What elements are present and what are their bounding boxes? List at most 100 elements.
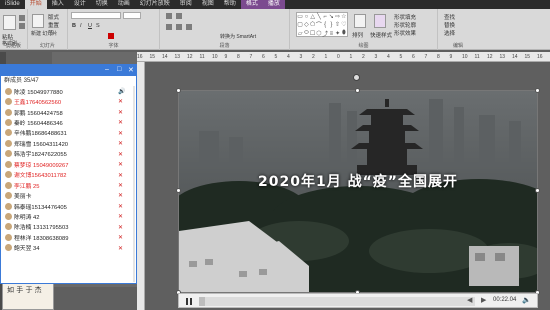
member-name: 韩泰瑶15134476405 <box>14 204 67 211</box>
font-size-combo[interactable] <box>123 12 141 19</box>
replace-button[interactable]: 替换 <box>444 21 455 29</box>
shape-effects-button[interactable]: 形状效果 <box>394 29 416 37</box>
avatar <box>5 150 12 158</box>
member-row[interactable]: 陈明涛 42 ✕ <box>1 211 136 221</box>
horizontal-ruler: 16 15 14 13 12 11 10 9 8 7 6 5 4 3 2 1 0 1 2 3 4 5 6 7 8 9 10 11 12 1… <box>137 52 550 62</box>
member-row[interactable]: 程林洋 18308638089 ✕ <box>1 232 136 242</box>
quick-styles-icon[interactable] <box>374 14 386 28</box>
ribbon-tab[interactable]: 插入 <box>47 0 69 9</box>
resize-handle-tl[interactable] <box>176 88 181 93</box>
resize-handle-tr[interactable] <box>535 88 540 93</box>
font-family-combo[interactable] <box>71 12 121 19</box>
ribbon-tab[interactable]: 播放 <box>262 0 285 9</box>
member-name: 程林洋 18308638089 <box>14 235 69 242</box>
numbering-icon[interactable] <box>176 13 182 19</box>
resize-handle-mr[interactable] <box>535 188 540 193</box>
member-row[interactable]: 陈凌 15049977880 🔊 <box>1 86 136 96</box>
member-row[interactable]: 美丽卡 ✕ <box>1 190 136 200</box>
mic-muted-icon[interactable]: ✕ <box>118 192 123 199</box>
arrange-icon[interactable] <box>354 14 366 28</box>
member-row[interactable]: 辛伟鹏18686488631 ✕ <box>1 128 136 138</box>
ribbon-tab[interactable]: 审阅 <box>175 0 197 9</box>
underline-icon[interactable]: U <box>88 23 92 29</box>
mic-muted-icon[interactable]: ✕ <box>118 213 123 220</box>
shapes-gallery[interactable]: ▭ ○ △ ╲ ⌐ ↘ ⇨ ☆ ▢ ◇ ⬠ ⌒{} ⇧ ♡ ▱ ⬭ ☐ ⬡ ⤴ ≡ ✦ ⬮ <box>296 12 348 38</box>
mic-muted-icon[interactable]: ✕ <box>118 119 123 126</box>
video-scene <box>179 91 537 292</box>
italic-icon[interactable]: I <box>80 23 82 29</box>
member-row[interactable]: 鲍天翌 34 ✕ <box>1 243 136 253</box>
close-icon[interactable]: ✕ <box>128 66 134 74</box>
mic-muted-icon[interactable]: ✕ <box>118 140 123 147</box>
volume-icon[interactable]: 🔈 <box>522 296 531 304</box>
shape-fill-button[interactable]: 形状填充 <box>394 13 416 21</box>
cut-icon[interactable] <box>19 15 25 21</box>
member-row[interactable]: 谢文博15643011782 ✕ <box>1 170 136 180</box>
member-row[interactable]: 秦岭 15604486346 ✕ <box>1 117 136 127</box>
mic-muted-icon[interactable]: ✕ <box>118 203 123 210</box>
ribbon-tab[interactable]: 设计 <box>69 0 91 9</box>
member-row[interactable]: 郭鹏 15604424758 ✕ <box>1 107 136 117</box>
progress-bar[interactable] <box>199 297 475 306</box>
ribbon-tab[interactable]: 视图 <box>197 0 219 9</box>
ribbon-tab[interactable]: 帮助 <box>219 0 241 9</box>
mic-muted-icon[interactable]: ✕ <box>118 182 123 189</box>
member-row[interactable]: 郑瑞雪 15604311420 ✕ <box>1 138 136 148</box>
member-row[interactable]: 蔡梦琼 15049009267 ✕ <box>1 159 136 169</box>
mic-muted-icon[interactable]: ✕ <box>118 98 123 105</box>
section-button[interactable]: 节 <box>48 29 54 37</box>
member-row[interactable]: 韩泰瑶15134476405 ✕ <box>1 201 136 211</box>
quick-styles-button[interactable]: 快速样式 <box>370 31 392 39</box>
shadow-icon[interactable]: S <box>96 23 100 29</box>
mic-muted-icon[interactable]: ✕ <box>118 151 123 158</box>
ruler-mark: 9 <box>224 53 228 60</box>
member-name: 蔡梦琼 15049009267 <box>14 162 69 169</box>
member-row[interactable]: 韩浩宇18247622055 ✕ <box>1 149 136 159</box>
mic-muted-icon[interactable]: ✕ <box>118 161 123 168</box>
member-row[interactable]: 陈浩楠 13131795503 ✕ <box>1 222 136 232</box>
new-slide-icon[interactable] <box>32 14 44 28</box>
align-right-icon[interactable] <box>186 24 192 30</box>
shape-outline-button[interactable]: 形状轮廓 <box>394 21 416 29</box>
previous-frame-icon[interactable]: ◀ <box>467 296 472 304</box>
ribbon-tab[interactable]: iSlide <box>0 0 25 9</box>
ribbon-tab[interactable]: 切换 <box>91 0 113 9</box>
bold-icon[interactable]: B <box>72 23 76 29</box>
maximize-icon[interactable]: □ <box>117 66 121 73</box>
ribbon-tab[interactable]: 开始 <box>24 0 47 9</box>
find-button[interactable]: 查找 <box>444 13 455 21</box>
member-name: 郭鹏 15604424758 <box>14 110 63 117</box>
font-color-icon[interactable] <box>108 33 114 39</box>
align-center-icon[interactable] <box>176 24 182 30</box>
mic-muted-icon[interactable]: ✕ <box>118 224 123 231</box>
member-list-scrollbar[interactable] <box>133 86 135 282</box>
mic-muted-icon[interactable]: ✕ <box>118 245 123 252</box>
member-row[interactable]: 王鑫17640562560 ✕ <box>1 96 136 106</box>
layout-button[interactable]: 版式 <box>48 13 59 21</box>
select-button[interactable]: 选择 <box>444 29 455 37</box>
ribbon-tab[interactable]: 幻灯片放映 <box>135 0 175 9</box>
arrange-button[interactable]: 排列 <box>352 31 363 39</box>
copy-icon[interactable] <box>19 23 25 29</box>
pause-icon[interactable] <box>185 297 194 306</box>
mic-muted-icon[interactable]: ✕ <box>118 130 123 137</box>
paste-icon[interactable] <box>3 15 16 30</box>
convert-smartart-button[interactable]: 转换为 SmartArt <box>220 33 256 40</box>
ruler-mark: 1 <box>324 53 328 60</box>
member-row[interactable]: 李江鹏 25 ✕ <box>1 180 136 190</box>
minimize-icon[interactable]: – <box>105 66 109 73</box>
resize-handle-ml[interactable] <box>176 188 181 193</box>
bullets-icon[interactable] <box>166 13 172 19</box>
ribbon-tab[interactable]: 格式 <box>240 0 263 9</box>
ribbon-tab[interactable]: 动画 <box>113 0 135 9</box>
next-frame-icon[interactable]: ▶ <box>481 296 486 304</box>
mic-muted-icon[interactable]: ✕ <box>118 109 123 116</box>
mic-muted-icon[interactable]: ✕ <box>118 172 123 179</box>
mic-on-icon[interactable]: 🔊 <box>118 88 125 95</box>
resize-handle-tm[interactable] <box>355 88 360 93</box>
video-frame[interactable]: 2020年1月 战“疫”全国展开 <box>178 90 538 293</box>
align-left-icon[interactable] <box>166 24 172 30</box>
mic-muted-icon[interactable]: ✕ <box>118 234 123 241</box>
rotate-handle[interactable] <box>353 74 360 81</box>
reset-button[interactable]: 重置 <box>48 21 59 29</box>
